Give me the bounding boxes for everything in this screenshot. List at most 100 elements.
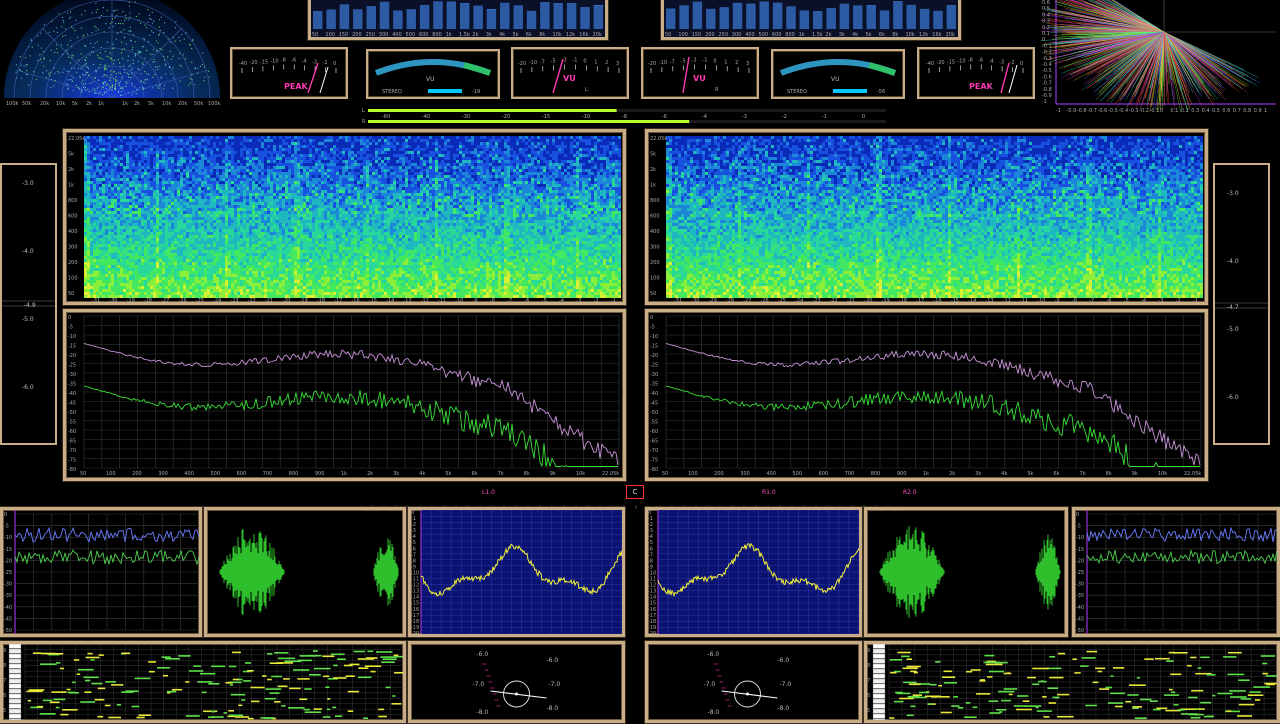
spectrogram-cell (84, 181, 87, 184)
freq-bar-label: 6k (526, 32, 532, 37)
spectrogram-cell (219, 250, 222, 253)
spectrogram-cell (84, 286, 87, 289)
spectrogram-cell (177, 187, 180, 190)
spectrogram-cell (120, 148, 123, 151)
spectrogram-cell (198, 160, 201, 163)
spectrogram-cell (165, 187, 168, 190)
spectrogram-cell (195, 181, 198, 184)
spectrogram-cell (123, 166, 126, 169)
spectrogram-cell (84, 142, 87, 145)
spectrogram-cell (189, 238, 192, 241)
spectrogram-cell (228, 205, 231, 208)
polar-label-right-1: 1k (122, 101, 128, 107)
spectrogram-cell (117, 214, 120, 217)
spectrogram-cell (132, 187, 135, 190)
spectrogram-cell (201, 256, 204, 259)
meter-tick: -8 (968, 57, 973, 63)
spectrogram-cell (108, 268, 111, 271)
spectrogram-cell (108, 220, 111, 223)
spectrogram-cell (144, 163, 147, 166)
spectrogram-cell (102, 232, 105, 235)
polar-dot (78, 60, 79, 61)
spectrogram-cell (141, 289, 144, 292)
spectrogram-cell (222, 289, 225, 292)
meter-tick: 1 (724, 59, 727, 65)
polar-dot (86, 72, 87, 73)
spectrogram-cell (222, 259, 225, 262)
spectrogram-cell (186, 286, 189, 289)
freq-bar-label: 20k (946, 32, 955, 37)
spectrogram-cell (198, 208, 201, 211)
spectrogram-cell (117, 244, 120, 247)
spectrogram-cell (195, 277, 198, 280)
spectrogram-cell (189, 253, 192, 256)
spectrogram-cell (123, 229, 126, 232)
polar-dot (171, 59, 172, 60)
spectrogram-cell (87, 277, 90, 280)
spectrogram-cell (231, 274, 234, 277)
spectrogram-cell (177, 223, 180, 226)
spectrogram-cell (159, 166, 162, 169)
spectrogram-cell (216, 136, 219, 139)
spectrogram-cell (204, 253, 207, 256)
spectrogram-cell (219, 160, 222, 163)
spectrogram-cell (168, 277, 171, 280)
spectrogram-cell (234, 268, 237, 271)
spectrogram-cell (228, 199, 231, 202)
spectrogram-cell (156, 247, 159, 250)
spectrogram-cell (219, 268, 222, 271)
spectrogram-cell (114, 208, 117, 211)
spectrogram-cell (180, 277, 183, 280)
spectrogram-cell (141, 241, 144, 244)
spectrogram-cell (126, 253, 129, 256)
spectrogram-cell (207, 259, 210, 262)
spectrogram-cell (228, 187, 231, 190)
spectrogram-cell (123, 268, 126, 271)
spectrogram-cell (234, 214, 237, 217)
spectrogram-cell (120, 187, 123, 190)
freq-bar-label: 250 (719, 32, 729, 37)
spectrogram-cell (189, 289, 192, 292)
spectrogram-cell (192, 277, 195, 280)
spectrogram-cell (126, 163, 129, 166)
spectrogram-cell (174, 265, 177, 268)
spectrogram-cell (135, 253, 138, 256)
spectrogram-cell (120, 160, 123, 163)
spectrogram-cell (156, 280, 159, 283)
spectrogram-cell (204, 271, 207, 274)
spectrogram-cell (90, 250, 93, 253)
polar-dot (111, 58, 112, 59)
spectrogram-cell (138, 223, 141, 226)
spectrogram-cell (210, 232, 213, 235)
spectrogram-cell (162, 226, 165, 229)
spectrogram-cell (246, 154, 249, 157)
spectrogram-cell (228, 157, 231, 160)
spectrogram-cell (204, 214, 207, 217)
spectrogram-cell (216, 208, 219, 211)
spectrogram-cell (174, 139, 177, 142)
spectrogram-cell (102, 202, 105, 205)
spectrogram-cell (240, 274, 243, 277)
spectrogram-cell (192, 232, 195, 235)
meter-tick: -6 (978, 57, 983, 63)
spectrogram-cell (174, 193, 177, 196)
spectrogram-cell (231, 184, 234, 187)
spectrogram-cell (108, 265, 111, 268)
spectrogram-cell (153, 223, 156, 226)
spectrogram-cell (177, 283, 180, 286)
spectrogram-cell (108, 190, 111, 193)
spectrogram-cell (216, 142, 219, 145)
spectrogram-cell (243, 193, 246, 196)
spectrogram-cell (120, 232, 123, 235)
spectrogram-cell (192, 190, 195, 193)
spectrogram-cell (192, 274, 195, 277)
spectrogram-cell (174, 151, 177, 154)
spectrogram-cell (207, 175, 210, 178)
spectrogram-cell (147, 253, 150, 256)
spectrogram-cell (114, 202, 117, 205)
spectrogram-cell (174, 253, 177, 256)
polar-label-left-1: 100k (6, 101, 19, 107)
spectrogram-cell (180, 184, 183, 187)
spectrogram-cell (123, 205, 126, 208)
spectrogram-cell (105, 289, 108, 292)
